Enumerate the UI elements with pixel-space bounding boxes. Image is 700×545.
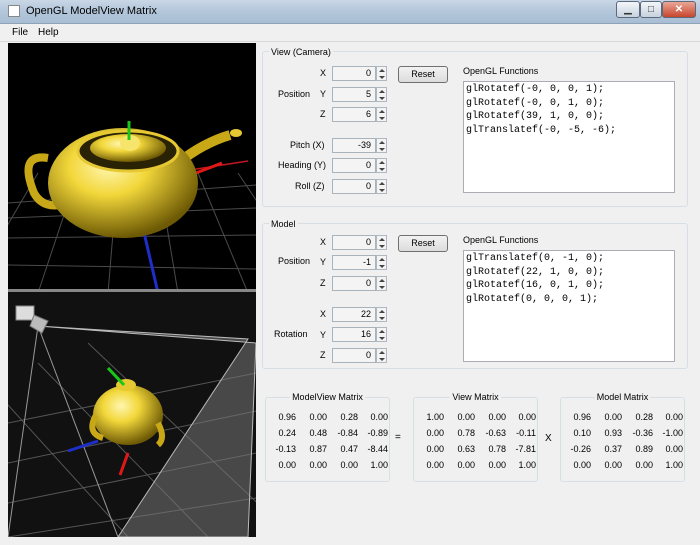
model-position-y-stepper[interactable] <box>376 255 387 270</box>
modelview-row: 0.96 0.00 0.28 0.00 <box>278 412 388 422</box>
view-position-x-input[interactable]: 0 <box>332 66 376 81</box>
heading-input[interactable]: 0 <box>332 158 376 173</box>
view-matrix-title: View Matrix <box>450 392 501 402</box>
modelview-row: -0.13 0.87 0.47 -8.44 <box>275 444 388 454</box>
model-reset-button[interactable]: Reset <box>398 235 448 252</box>
pitch-label: Pitch (X) <box>290 140 325 150</box>
view-matrix-group: View Matrix 1.00 0.00 0.00 0.00 0.00 0.78 -0.… <box>413 392 538 482</box>
menu-help[interactable]: Help <box>38 27 59 38</box>
top-z-axis <box>141 227 160 294</box>
model-rotation-label: Rotation <box>274 329 308 339</box>
view-functions-text[interactable]: glRotatef(-0, 0, 0, 1); glRotatef(-0, 0,… <box>463 81 675 193</box>
view-position-z-input[interactable]: 6 <box>332 107 376 122</box>
view-matrix-row: 0.00 0.78 -0.63 -0.11 <box>426 428 536 438</box>
model-pos-z-label: Z <box>320 278 326 288</box>
model-pos-y-label: Y <box>320 257 327 267</box>
window-title: OpenGL ModelView Matrix <box>26 5 157 17</box>
model-matrix-row: 0.10 0.93 -0.36 -1.00 <box>573 428 683 438</box>
model-matrix-row: -0.26 0.37 0.89 0.00 <box>570 444 683 454</box>
view-functions-label: OpenGL Functions <box>463 66 539 76</box>
menu-file[interactable]: File <box>12 27 28 38</box>
model-pos-x-label: X <box>320 237 327 247</box>
model-matrix-title: Model Matrix <box>594 392 651 402</box>
model-group-title: Model <box>269 219 298 229</box>
model-position-z-stepper[interactable] <box>376 276 387 291</box>
view-matrix-row: 0.00 0.00 0.00 1.00 <box>426 460 536 470</box>
pitch-input[interactable]: -39 <box>332 138 376 153</box>
view-position-label: Position <box>278 89 311 99</box>
view-position-y-input[interactable]: 5 <box>332 87 376 102</box>
minimize-button[interactable]: ▁ <box>616 1 640 18</box>
modelview-matrix-group: ModelView Matrix 0.96 0.00 0.28 0.00 0.24 0.… <box>265 392 390 482</box>
app-icon <box>8 5 20 17</box>
model-position-x-input[interactable]: 0 <box>332 235 376 250</box>
close-button[interactable]: ✕ <box>662 1 696 18</box>
roll-stepper[interactable] <box>376 179 387 194</box>
model-rot-x-label: X <box>320 309 327 319</box>
view-position-z-stepper[interactable] <box>376 107 387 122</box>
model-functions-label: OpenGL Functions <box>463 235 539 245</box>
roll-input[interactable]: 0 <box>332 179 376 194</box>
model-rotation-x-input[interactable]: 22 <box>332 307 376 322</box>
modelview-row: 0.00 0.00 0.00 1.00 <box>278 460 388 470</box>
model-position-z-input[interactable]: 0 <box>332 276 376 291</box>
model-position-y-input[interactable]: -1 <box>332 255 376 270</box>
view-position-y-stepper[interactable] <box>376 87 387 102</box>
teapot-top <box>24 128 242 238</box>
equals-sign: = <box>395 432 401 443</box>
model-position-label: Position <box>278 256 311 266</box>
model-position-x-stepper[interactable] <box>376 235 387 250</box>
model-functions-text[interactable]: glTranslatef(0, -1, 0); glRotatef(22, 1,… <box>463 250 675 362</box>
view-x-label: X <box>320 68 327 78</box>
maximize-button[interactable]: □ <box>640 1 662 18</box>
model-rotation-y-input[interactable]: 16 <box>332 327 376 342</box>
modelview-matrix-title: ModelView Matrix <box>290 392 365 402</box>
menu-bar: File Help <box>0 24 700 42</box>
heading-label: Heading (Y) <box>278 160 327 170</box>
model-rotation-y-stepper[interactable] <box>376 327 387 342</box>
view-reset-button[interactable]: Reset <box>398 66 448 83</box>
view-matrix-row: 0.00 0.63 0.78 -7.81 <box>426 444 536 454</box>
viewport-graphics <box>8 121 256 537</box>
view-position-x-stepper[interactable] <box>376 66 387 81</box>
model-matrix-row: 0.00 0.00 0.00 1.00 <box>573 460 683 470</box>
heading-stepper[interactable] <box>376 158 387 173</box>
viewport-3d[interactable] <box>8 43 256 537</box>
model-rotation-x-stepper[interactable] <box>376 307 387 322</box>
view-matrix-row: 1.00 0.00 0.00 0.00 <box>426 412 536 422</box>
model-matrix-row: 0.96 0.00 0.28 0.00 <box>573 412 683 422</box>
model-rotation-z-input[interactable]: 0 <box>332 348 376 363</box>
control-panel: View (Camera) X Y Z Position 0 5 6 Reset… <box>262 44 688 540</box>
view-z-label: Z <box>320 109 326 119</box>
multiply-sign: X <box>545 433 552 444</box>
title-bar: OpenGL ModelView Matrix ▁ □ ✕ <box>0 0 700 24</box>
model-rot-y-label: Y <box>320 330 327 340</box>
modelview-row: 0.24 0.48 -0.84 -0.89 <box>278 428 388 438</box>
view-y-label: Y <box>320 89 327 99</box>
view-group-title: View (Camera) <box>269 47 333 57</box>
roll-label: Roll (Z) <box>295 181 325 191</box>
model-rotation-z-stepper[interactable] <box>376 348 387 363</box>
pitch-stepper[interactable] <box>376 138 387 153</box>
model-rot-z-label: Z <box>320 350 326 360</box>
model-matrix-group: Model Matrix 0.96 0.00 0.28 0.00 0.10 0.93 -0… <box>560 392 685 482</box>
